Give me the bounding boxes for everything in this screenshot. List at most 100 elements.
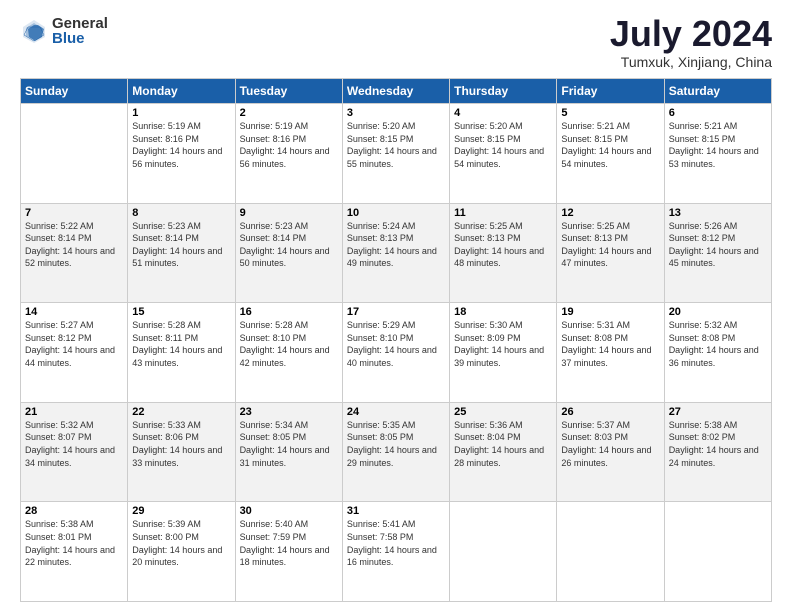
day-info: Sunrise: 5:33 AMSunset: 8:06 PMDaylight:…: [132, 420, 222, 468]
day-info: Sunrise: 5:39 AMSunset: 8:00 PMDaylight:…: [132, 519, 222, 567]
day-info: Sunrise: 5:20 AMSunset: 8:15 PMDaylight:…: [454, 121, 544, 169]
day-number: 29: [132, 505, 230, 517]
logo-general-text: General: [52, 16, 108, 31]
day-info: Sunrise: 5:24 AMSunset: 8:13 PMDaylight:…: [347, 221, 437, 269]
day-info: Sunrise: 5:21 AMSunset: 8:15 PMDaylight:…: [561, 121, 651, 169]
day-cell: [557, 502, 664, 602]
day-cell: 30 Sunrise: 5:40 AMSunset: 7:59 PMDaylig…: [235, 502, 342, 602]
day-number: 2: [240, 107, 338, 119]
day-cell: 27 Sunrise: 5:38 AMSunset: 8:02 PMDaylig…: [664, 402, 771, 502]
day-cell: 19 Sunrise: 5:31 AMSunset: 8:08 PMDaylig…: [557, 303, 664, 403]
day-number: 17: [347, 306, 445, 318]
header-tuesday: Tuesday: [235, 79, 342, 104]
day-info: Sunrise: 5:27 AMSunset: 8:12 PMDaylight:…: [25, 320, 115, 368]
day-cell: 12 Sunrise: 5:25 AMSunset: 8:13 PMDaylig…: [557, 203, 664, 303]
location: Tumxuk, Xinjiang, China: [610, 54, 772, 70]
day-cell: 6 Sunrise: 5:21 AMSunset: 8:15 PMDayligh…: [664, 104, 771, 204]
day-info: Sunrise: 5:32 AMSunset: 8:08 PMDaylight:…: [669, 320, 759, 368]
day-cell: 23 Sunrise: 5:34 AMSunset: 8:05 PMDaylig…: [235, 402, 342, 502]
day-number: 24: [347, 406, 445, 418]
day-cell: 21 Sunrise: 5:32 AMSunset: 8:07 PMDaylig…: [21, 402, 128, 502]
day-info: Sunrise: 5:30 AMSunset: 8:09 PMDaylight:…: [454, 320, 544, 368]
day-info: Sunrise: 5:31 AMSunset: 8:08 PMDaylight:…: [561, 320, 651, 368]
day-number: 22: [132, 406, 230, 418]
day-number: 23: [240, 406, 338, 418]
day-cell: 8 Sunrise: 5:23 AMSunset: 8:14 PMDayligh…: [128, 203, 235, 303]
day-number: 27: [669, 406, 767, 418]
day-number: 10: [347, 207, 445, 219]
week-row-1: 7 Sunrise: 5:22 AMSunset: 8:14 PMDayligh…: [21, 203, 772, 303]
day-number: 19: [561, 306, 659, 318]
header-friday: Friday: [557, 79, 664, 104]
day-cell: 25 Sunrise: 5:36 AMSunset: 8:04 PMDaylig…: [450, 402, 557, 502]
day-number: 7: [25, 207, 123, 219]
day-cell: 1 Sunrise: 5:19 AMSunset: 8:16 PMDayligh…: [128, 104, 235, 204]
day-cell: 16 Sunrise: 5:28 AMSunset: 8:10 PMDaylig…: [235, 303, 342, 403]
day-cell: 4 Sunrise: 5:20 AMSunset: 8:15 PMDayligh…: [450, 104, 557, 204]
day-info: Sunrise: 5:35 AMSunset: 8:05 PMDaylight:…: [347, 420, 437, 468]
day-info: Sunrise: 5:38 AMSunset: 8:02 PMDaylight:…: [669, 420, 759, 468]
day-cell: 7 Sunrise: 5:22 AMSunset: 8:14 PMDayligh…: [21, 203, 128, 303]
week-row-3: 21 Sunrise: 5:32 AMSunset: 8:07 PMDaylig…: [21, 402, 772, 502]
day-cell: 9 Sunrise: 5:23 AMSunset: 8:14 PMDayligh…: [235, 203, 342, 303]
day-number: 16: [240, 306, 338, 318]
day-info: Sunrise: 5:32 AMSunset: 8:07 PMDaylight:…: [25, 420, 115, 468]
day-number: 18: [454, 306, 552, 318]
day-info: Sunrise: 5:28 AMSunset: 8:11 PMDaylight:…: [132, 320, 222, 368]
day-info: Sunrise: 5:20 AMSunset: 8:15 PMDaylight:…: [347, 121, 437, 169]
day-info: Sunrise: 5:38 AMSunset: 8:01 PMDaylight:…: [25, 519, 115, 567]
day-cell: 22 Sunrise: 5:33 AMSunset: 8:06 PMDaylig…: [128, 402, 235, 502]
day-number: 6: [669, 107, 767, 119]
day-info: Sunrise: 5:21 AMSunset: 8:15 PMDaylight:…: [669, 121, 759, 169]
day-number: 12: [561, 207, 659, 219]
day-info: Sunrise: 5:40 AMSunset: 7:59 PMDaylight:…: [240, 519, 330, 567]
day-info: Sunrise: 5:23 AMSunset: 8:14 PMDaylight:…: [240, 221, 330, 269]
month-title: July 2024: [610, 16, 772, 52]
day-info: Sunrise: 5:25 AMSunset: 8:13 PMDaylight:…: [561, 221, 651, 269]
day-info: Sunrise: 5:19 AMSunset: 8:16 PMDaylight:…: [240, 121, 330, 169]
day-number: 9: [240, 207, 338, 219]
day-info: Sunrise: 5:22 AMSunset: 8:14 PMDaylight:…: [25, 221, 115, 269]
day-info: Sunrise: 5:26 AMSunset: 8:12 PMDaylight:…: [669, 221, 759, 269]
day-cell: 31 Sunrise: 5:41 AMSunset: 7:58 PMDaylig…: [342, 502, 449, 602]
day-number: 30: [240, 505, 338, 517]
day-number: 31: [347, 505, 445, 517]
day-number: 26: [561, 406, 659, 418]
day-number: 4: [454, 107, 552, 119]
day-cell: 17 Sunrise: 5:29 AMSunset: 8:10 PMDaylig…: [342, 303, 449, 403]
day-cell: 14 Sunrise: 5:27 AMSunset: 8:12 PMDaylig…: [21, 303, 128, 403]
title-section: July 2024 Tumxuk, Xinjiang, China: [610, 16, 772, 70]
day-cell: 3 Sunrise: 5:20 AMSunset: 8:15 PMDayligh…: [342, 104, 449, 204]
day-cell: 18 Sunrise: 5:30 AMSunset: 8:09 PMDaylig…: [450, 303, 557, 403]
day-info: Sunrise: 5:28 AMSunset: 8:10 PMDaylight:…: [240, 320, 330, 368]
weekday-header-row: Sunday Monday Tuesday Wednesday Thursday…: [21, 79, 772, 104]
day-number: 15: [132, 306, 230, 318]
day-info: Sunrise: 5:34 AMSunset: 8:05 PMDaylight:…: [240, 420, 330, 468]
day-number: 13: [669, 207, 767, 219]
day-cell: [21, 104, 128, 204]
day-info: Sunrise: 5:41 AMSunset: 7:58 PMDaylight:…: [347, 519, 437, 567]
week-row-2: 14 Sunrise: 5:27 AMSunset: 8:12 PMDaylig…: [21, 303, 772, 403]
day-cell: 20 Sunrise: 5:32 AMSunset: 8:08 PMDaylig…: [664, 303, 771, 403]
header-saturday: Saturday: [664, 79, 771, 104]
day-number: 28: [25, 505, 123, 517]
day-cell: 13 Sunrise: 5:26 AMSunset: 8:12 PMDaylig…: [664, 203, 771, 303]
header-sunday: Sunday: [21, 79, 128, 104]
day-info: Sunrise: 5:25 AMSunset: 8:13 PMDaylight:…: [454, 221, 544, 269]
day-number: 3: [347, 107, 445, 119]
day-info: Sunrise: 5:29 AMSunset: 8:10 PMDaylight:…: [347, 320, 437, 368]
header-monday: Monday: [128, 79, 235, 104]
day-number: 11: [454, 207, 552, 219]
day-info: Sunrise: 5:23 AMSunset: 8:14 PMDaylight:…: [132, 221, 222, 269]
logo-text: General Blue: [52, 16, 108, 46]
day-info: Sunrise: 5:19 AMSunset: 8:16 PMDaylight:…: [132, 121, 222, 169]
day-number: 14: [25, 306, 123, 318]
header: General Blue July 2024 Tumxuk, Xinjiang,…: [20, 16, 772, 70]
day-cell: 5 Sunrise: 5:21 AMSunset: 8:15 PMDayligh…: [557, 104, 664, 204]
day-cell: 11 Sunrise: 5:25 AMSunset: 8:13 PMDaylig…: [450, 203, 557, 303]
day-number: 1: [132, 107, 230, 119]
day-cell: 2 Sunrise: 5:19 AMSunset: 8:16 PMDayligh…: [235, 104, 342, 204]
day-cell: 28 Sunrise: 5:38 AMSunset: 8:01 PMDaylig…: [21, 502, 128, 602]
day-cell: [450, 502, 557, 602]
day-number: 8: [132, 207, 230, 219]
